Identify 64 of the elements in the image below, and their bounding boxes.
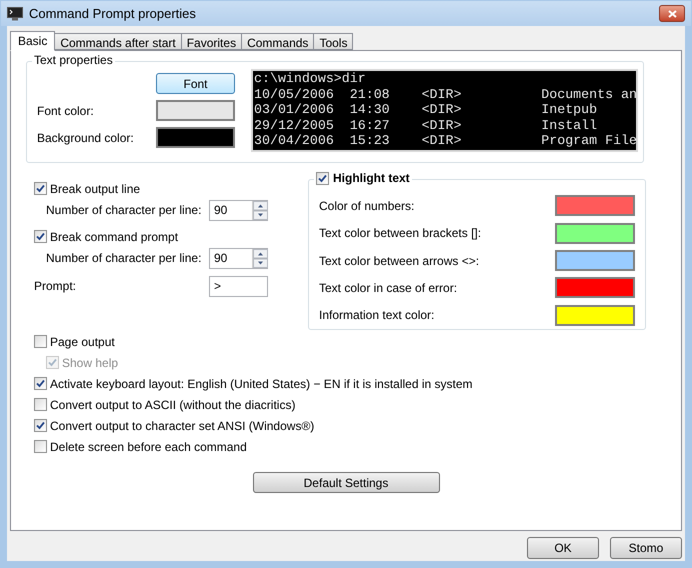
color-label: Color of numbers:	[319, 198, 414, 215]
default-settings-button[interactable]: Default Settings	[252, 472, 440, 493]
spinner-field[interactable]: 90	[209, 200, 268, 220]
checkbox[interactable]	[34, 419, 47, 432]
color-swatch[interactable]	[555, 195, 635, 216]
color-swatch[interactable]	[156, 100, 235, 121]
group-title: Highlight text	[333, 171, 410, 185]
checkbox-label: Break output line	[50, 180, 140, 198]
checkbox-label: Show help	[62, 354, 118, 372]
tab[interactable]: Commands after start	[54, 33, 182, 50]
color-label: Font color:	[37, 102, 94, 120]
console-icon	[7, 6, 23, 20]
color-swatch[interactable]	[156, 127, 235, 148]
console-line: 10/05/2006 21:08 <DIR> Documents an	[254, 86, 636, 102]
checkbox[interactable]	[34, 440, 47, 453]
console-line: c:\windows>dir	[254, 71, 367, 87]
color-swatch[interactable]	[555, 222, 635, 244]
font-button[interactable]: Font	[156, 73, 235, 94]
tab[interactable]: Tools	[313, 33, 354, 50]
field-label: Number of character per line:	[46, 202, 202, 219]
spinner-field[interactable]: 90	[209, 248, 268, 268]
close-button[interactable]	[659, 5, 685, 22]
console-line: 29/12/2005 16:27 <DIR> Install	[254, 118, 598, 134]
dialog-button[interactable]: OK	[527, 537, 599, 559]
checkmark-icon	[36, 232, 45, 241]
close-icon	[668, 10, 676, 18]
checkbox[interactable]	[316, 172, 329, 184]
dialog-button[interactable]: Stomo	[610, 537, 682, 559]
checkbox-label: Convert output to character set ANSI (Windows®)	[50, 418, 314, 434]
checkbox[interactable]	[34, 182, 47, 195]
color-label: Text color between brackets []:	[319, 225, 482, 242]
spinner-arrows-icon[interactable]	[252, 200, 267, 220]
checkmark-icon	[36, 184, 45, 193]
group-title: Text properties	[32, 53, 115, 67]
color-swatch[interactable]	[555, 277, 635, 298]
checkbox[interactable]	[34, 398, 47, 411]
checkbox-label: Page output	[50, 334, 115, 350]
console-line: 30/04/2006 15:23 <DIR> Program File	[254, 133, 636, 149]
tab[interactable]: Basic	[10, 31, 56, 51]
color-label: Text color between arrows <>:	[319, 252, 480, 270]
field-label: Number of character per line:	[46, 250, 202, 267]
checkbox-label: Convert output to ASCII (without the diacritics)	[50, 396, 296, 414]
checkbox-label: Break command prompt	[50, 228, 178, 246]
color-label: Text color in case of error:	[319, 280, 458, 297]
window-title: Command Prompt properties	[29, 4, 197, 23]
checkbox[interactable]	[34, 335, 47, 348]
color-swatch[interactable]	[555, 304, 635, 326]
field-label: Prompt:	[34, 278, 78, 295]
checkmark-icon	[36, 379, 45, 388]
checkmark-icon	[48, 358, 57, 367]
checkbox[interactable]	[34, 377, 47, 390]
color-label: Information text color:	[319, 307, 434, 324]
color-label: Background color:	[37, 130, 134, 146]
checkmark-icon	[318, 174, 327, 182]
checkbox-label: Activate keyboard layout: English (United States) − EN if it is installed in system	[50, 376, 473, 392]
console-line: 03/01/2006 14:30 <DIR> Inetpub	[254, 102, 598, 118]
checkbox-label: Delete screen before each command	[50, 438, 247, 456]
tab[interactable]: Commands	[241, 33, 314, 50]
spinner-arrows-icon[interactable]	[252, 248, 267, 268]
tab[interactable]: Favorites	[180, 33, 242, 50]
checkmark-icon	[36, 421, 45, 430]
color-swatch[interactable]	[555, 250, 635, 272]
checkbox[interactable]	[34, 230, 47, 243]
prompt-field[interactable]: >	[209, 276, 268, 296]
